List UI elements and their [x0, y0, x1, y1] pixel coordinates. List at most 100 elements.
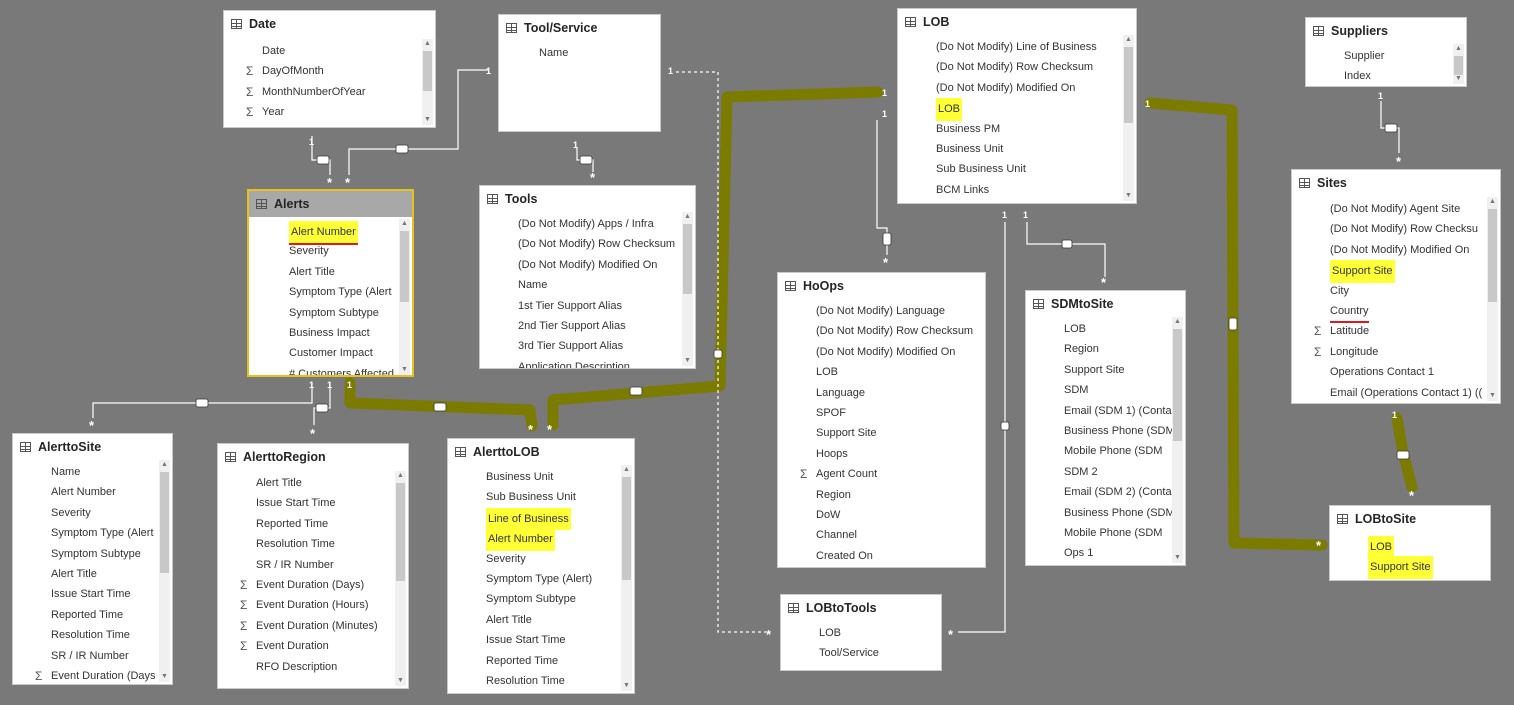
scrollbar[interactable]: ▲ ▼: [399, 219, 410, 375]
field-row[interactable]: LOB: [898, 98, 1121, 121]
field-row[interactable]: Severity: [448, 549, 619, 569]
field-row[interactable]: Alert Number: [13, 482, 157, 502]
table-header[interactable]: AlerttoLOB: [448, 439, 634, 465]
field-row[interactable]: Σ DayOfWeekNumber: [224, 123, 420, 127]
field-row[interactable]: # Customers Affected: [249, 364, 397, 375]
field-row[interactable]: Alert Number: [448, 528, 619, 551]
field-row[interactable]: LOB: [1330, 536, 1475, 559]
table-header[interactable]: Alerts: [249, 191, 412, 217]
field-row[interactable]: Alert Title: [249, 262, 397, 282]
field-row[interactable]: 3rd Tier Support Alias: [480, 336, 680, 356]
field-row[interactable]: Language: [778, 383, 970, 403]
scroll-down-icon[interactable]: ▼: [159, 672, 170, 682]
scrollbar[interactable]: ▲ ▼: [1172, 317, 1183, 563]
table-alert-to-lob[interactable]: AlerttoLOB Business Unit Sub Business Unit…: [447, 438, 635, 694]
scroll-up-icon[interactable]: ▲: [1123, 35, 1134, 45]
scrollbar[interactable]: ▲ ▼: [422, 39, 433, 125]
field-row[interactable]: Σ Event Duration: [218, 636, 393, 656]
scrollbar-thumb[interactable]: [400, 231, 409, 303]
field-row[interactable]: Alert Title: [13, 564, 157, 584]
field-row[interactable]: Issue Start Time: [13, 584, 157, 604]
field-row[interactable]: Email (Operations Contact 1) ((: [1292, 383, 1485, 403]
scroll-up-icon[interactable]: ▲: [1487, 197, 1498, 207]
field-row[interactable]: (Do Not Modify) Modified On: [898, 78, 1121, 98]
field-row[interactable]: Name: [480, 275, 680, 295]
scrollbar-thumb[interactable]: [683, 224, 692, 295]
scrollbar-thumb[interactable]: [1124, 47, 1133, 123]
field-row[interactable]: (Do Not Modify) Line of Business: [898, 37, 1121, 57]
table-date[interactable]: Date Date Σ DayOfMonth Σ MonthNumberOfYear Σ Ye…: [223, 10, 436, 128]
field-row[interactable]: Σ Year: [224, 102, 420, 122]
table-lob-to-site[interactable]: LOBtoSite LOB Support Site: [1329, 505, 1491, 581]
table-hoops[interactable]: HoOps (Do Not Modify) Language (Do Not Mod…: [777, 272, 986, 568]
field-row[interactable]: Country: [1292, 301, 1485, 324]
field-row[interactable]: Reported Time: [13, 605, 157, 625]
table-header[interactable]: AlerttoSite: [13, 434, 172, 460]
field-row[interactable]: Business Unit: [898, 139, 1121, 159]
field-row[interactable]: Resolution Time: [13, 625, 157, 645]
field-row[interactable]: Region: [1026, 339, 1170, 359]
field-row[interactable]: Ops 1: [1026, 543, 1170, 563]
scrollbar[interactable]: ▲ ▼: [1453, 44, 1464, 84]
field-row[interactable]: (Do Not Modify) Row Checksum: [898, 57, 1121, 77]
field-row[interactable]: Business Phone (SDM: [1026, 421, 1175, 441]
field-row[interactable]: (Do Not Modify) Agent Site: [1292, 199, 1485, 219]
field-row[interactable]: (Do Not Modify) Modified On: [480, 255, 680, 275]
scroll-down-icon[interactable]: ▼: [621, 681, 632, 691]
scrollbar-thumb[interactable]: [160, 472, 169, 573]
field-row[interactable]: Supplier: [1306, 46, 1451, 66]
field-row[interactable]: Sub Business Unit: [448, 487, 619, 507]
field-row[interactable]: Date: [224, 41, 420, 61]
field-row[interactable]: 1st Tier Support Alias: [480, 296, 680, 316]
field-row[interactable]: SR / IR Number: [218, 555, 393, 575]
field-row[interactable]: Symptom Subtype: [249, 303, 397, 323]
table-header[interactable]: HoOps: [778, 273, 985, 299]
scroll-down-icon[interactable]: ▼: [395, 676, 406, 686]
field-row[interactable]: Name: [499, 43, 645, 63]
field-row[interactable]: Σ Latitude: [1292, 321, 1485, 341]
field-row[interactable]: Created On: [778, 546, 970, 566]
scroll-down-icon[interactable]: ▼: [422, 115, 433, 125]
table-header[interactable]: LOBtoSite: [1330, 506, 1490, 532]
field-row[interactable]: Name: [13, 462, 157, 482]
field-row[interactable]: Support Site: [1330, 556, 1475, 579]
field-row[interactable]: Business Impact: [249, 323, 397, 343]
field-row[interactable]: Symptom Type (Alert: [249, 282, 397, 302]
field-row[interactable]: Support Site: [1292, 260, 1485, 283]
table-header[interactable]: Tools: [480, 186, 695, 212]
scroll-down-icon[interactable]: ▼: [682, 356, 693, 366]
field-row[interactable]: Symptom Subtype: [448, 589, 619, 609]
field-row[interactable]: Application Description: [480, 357, 680, 368]
field-row[interactable]: LOB: [781, 623, 926, 643]
table-header[interactable]: LOBtoTools: [781, 595, 941, 621]
table-lob-to-tools[interactable]: LOBtoTools LOB Tool/Service: [780, 594, 942, 671]
scroll-up-icon[interactable]: ▲: [422, 39, 433, 49]
field-row[interactable]: Region: [778, 485, 970, 505]
scrollbar-thumb[interactable]: [1454, 56, 1463, 75]
field-row[interactable]: (Do Not Modify) Row Checksu: [1292, 219, 1485, 239]
field-row[interactable]: Email (SDM 1) (Conta: [1026, 401, 1172, 421]
field-row[interactable]: DoW: [778, 505, 970, 525]
scrollbar[interactable]: ▲ ▼: [159, 460, 170, 682]
table-header[interactable]: Sites: [1292, 170, 1500, 196]
field-row[interactable]: (Do Not Modify) Apps / Infra: [480, 214, 680, 234]
table-alerts[interactable]: Alerts Alert Number Severity Alert Title Sym…: [247, 189, 414, 377]
field-row[interactable]: Support Site: [778, 423, 970, 443]
table-header[interactable]: Suppliers: [1306, 18, 1466, 44]
scroll-down-icon[interactable]: ▼: [1487, 391, 1498, 401]
field-row[interactable]: (Do Not Modify) Row Checksum: [778, 321, 973, 341]
table-sites[interactable]: Sites (Do Not Modify) Agent Site (Do Not M…: [1291, 169, 1501, 404]
field-row[interactable]: BCM Links: [898, 180, 1121, 200]
table-header[interactable]: LOB: [898, 9, 1136, 35]
field-row[interactable]: (Do Not Modify) Modified On: [1292, 240, 1485, 260]
scrollbar-thumb[interactable]: [396, 483, 405, 581]
table-tools[interactable]: Tools (Do Not Modify) Apps / Infra (Do Not…: [479, 185, 696, 369]
field-row[interactable]: Support Site: [1026, 360, 1170, 380]
field-row[interactable]: Operations Contact 1: [1292, 362, 1485, 382]
scroll-up-icon[interactable]: ▲: [395, 471, 406, 481]
field-row[interactable]: Customer Impact: [249, 343, 397, 363]
field-row[interactable]: City: [1292, 281, 1485, 301]
scrollbar[interactable]: ▲ ▼: [682, 212, 693, 366]
field-row[interactable]: Line of Business: [448, 507, 619, 531]
field-row[interactable]: Alert Number: [249, 221, 397, 246]
